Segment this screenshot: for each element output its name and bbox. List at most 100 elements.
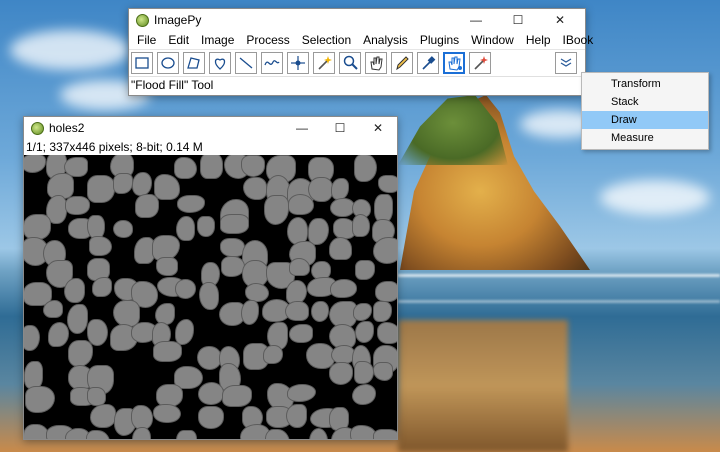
menu-plugins[interactable]: Plugins bbox=[414, 33, 465, 47]
image-info: 1/1; 337x446 pixels; 8-bit; 0.14 M bbox=[26, 140, 203, 154]
imagepy-logo-icon bbox=[31, 121, 44, 135]
cell-blob bbox=[25, 386, 56, 414]
cell-blob bbox=[89, 404, 116, 429]
cell-blob bbox=[199, 155, 223, 179]
minimize-button[interactable]: — bbox=[283, 117, 321, 139]
cell-blob bbox=[329, 278, 357, 298]
rectangle-icon bbox=[135, 57, 149, 69]
eyedropper-tool-button[interactable] bbox=[417, 52, 439, 74]
menu-process[interactable]: Process bbox=[240, 33, 295, 47]
cell-blob bbox=[354, 361, 374, 384]
pencil-icon bbox=[396, 56, 409, 71]
magnifier-icon bbox=[343, 55, 358, 70]
cell-blob bbox=[240, 299, 260, 325]
tool-group-dropdown: Transform Stack Draw Measure bbox=[581, 72, 709, 150]
cell-blob bbox=[135, 193, 159, 219]
close-button[interactable]: ✕ bbox=[541, 9, 579, 31]
cell-blob bbox=[197, 345, 222, 370]
more-tools-button[interactable] bbox=[555, 52, 577, 74]
wave-line bbox=[398, 274, 720, 277]
cell-blob bbox=[329, 236, 352, 260]
cell-blob bbox=[174, 278, 197, 299]
cell-blob bbox=[263, 344, 283, 364]
cell-blob bbox=[89, 236, 112, 256]
tool-bar bbox=[129, 49, 585, 76]
cell-blob bbox=[24, 361, 43, 389]
freeline-icon bbox=[264, 60, 280, 66]
menu-file[interactable]: File bbox=[131, 33, 162, 47]
menu-window[interactable]: Window bbox=[465, 33, 520, 47]
menu-help[interactable]: Help bbox=[520, 33, 557, 47]
cell-blob bbox=[353, 155, 377, 183]
eyedropper-icon bbox=[422, 56, 436, 70]
cell-blob bbox=[265, 428, 290, 439]
rectangle-tool-button[interactable] bbox=[131, 52, 153, 74]
cell-blob bbox=[377, 175, 397, 194]
close-button[interactable]: ✕ bbox=[359, 117, 397, 139]
cell-blob bbox=[86, 174, 115, 204]
cell-blob bbox=[177, 194, 206, 214]
cell-blob bbox=[64, 278, 86, 304]
magic-wand-icon bbox=[474, 56, 488, 70]
cell-blob bbox=[243, 177, 267, 200]
hand-icon bbox=[370, 56, 383, 71]
image-canvas[interactable] bbox=[24, 155, 397, 439]
cell-blob bbox=[132, 172, 152, 196]
line-tool-button[interactable] bbox=[235, 52, 257, 74]
cloud bbox=[10, 30, 130, 70]
cell-blob bbox=[286, 383, 316, 402]
cell-blob bbox=[330, 177, 350, 201]
holes2-titlebar[interactable]: holes2 — ☐ ✕ bbox=[24, 117, 397, 139]
cell-blob bbox=[375, 281, 397, 302]
menu-ibook[interactable]: IBook bbox=[557, 33, 600, 47]
freehand-tool-button[interactable] bbox=[209, 52, 231, 74]
dropdown-item-transform[interactable]: Transform bbox=[582, 75, 708, 93]
magnifier-tool-button[interactable] bbox=[339, 52, 361, 74]
cell-blob bbox=[373, 361, 394, 381]
hand-tool-button[interactable] bbox=[365, 52, 387, 74]
dropdown-item-stack[interactable]: Stack bbox=[582, 93, 708, 111]
menu-image[interactable]: Image bbox=[195, 33, 240, 47]
cell-blob bbox=[176, 429, 197, 439]
cell-blob bbox=[287, 193, 314, 216]
point-tool-button[interactable] bbox=[287, 52, 309, 74]
cell-blob bbox=[43, 299, 63, 318]
cell-blob bbox=[87, 387, 107, 406]
window-title: holes2 bbox=[49, 121, 85, 135]
menu-selection[interactable]: Selection bbox=[296, 33, 357, 47]
line-icon bbox=[239, 57, 253, 69]
cell-blob bbox=[91, 277, 113, 298]
cell-blob bbox=[329, 362, 354, 385]
polygon-tool-button[interactable] bbox=[183, 52, 205, 74]
cell-blob bbox=[24, 324, 40, 351]
cell-blob bbox=[86, 429, 110, 439]
menu-edit[interactable]: Edit bbox=[162, 33, 195, 47]
flood-fill-tool-button[interactable] bbox=[443, 52, 465, 74]
freehand-icon bbox=[214, 58, 226, 70]
wand-tool-button[interactable] bbox=[313, 52, 335, 74]
dropdown-item-measure[interactable]: Measure bbox=[582, 129, 708, 147]
status-line: "Flood Fill" Tool bbox=[129, 76, 585, 94]
window-title: ImagePy bbox=[154, 13, 202, 27]
maximize-button[interactable]: ☐ bbox=[321, 117, 359, 139]
minimize-button[interactable]: — bbox=[457, 9, 495, 31]
maximize-button[interactable]: ☐ bbox=[499, 9, 537, 31]
dropdown-item-draw[interactable]: Draw bbox=[582, 111, 708, 129]
menu-analysis[interactable]: Analysis bbox=[357, 33, 414, 47]
cell-blob bbox=[197, 382, 225, 406]
cell-blob bbox=[153, 174, 181, 200]
ellipse-tool-button[interactable] bbox=[157, 52, 179, 74]
cell-blob bbox=[199, 281, 219, 311]
cell-blob bbox=[285, 300, 309, 322]
cell-blob bbox=[222, 384, 252, 407]
imagepy-window: ImagePy — ☐ ✕ File Edit Image Process Select… bbox=[128, 8, 593, 96]
cloud bbox=[600, 180, 710, 215]
cell-blob bbox=[351, 214, 371, 237]
magic-wand-tool-button[interactable] bbox=[469, 52, 491, 74]
wave-line bbox=[398, 300, 720, 303]
polygon-icon bbox=[187, 57, 200, 69]
freeline-tool-button[interactable] bbox=[261, 52, 283, 74]
cell-blob bbox=[64, 195, 90, 215]
imagepy-titlebar[interactable]: ImagePy — ☐ ✕ bbox=[129, 9, 585, 31]
pencil-tool-button[interactable] bbox=[391, 52, 413, 74]
